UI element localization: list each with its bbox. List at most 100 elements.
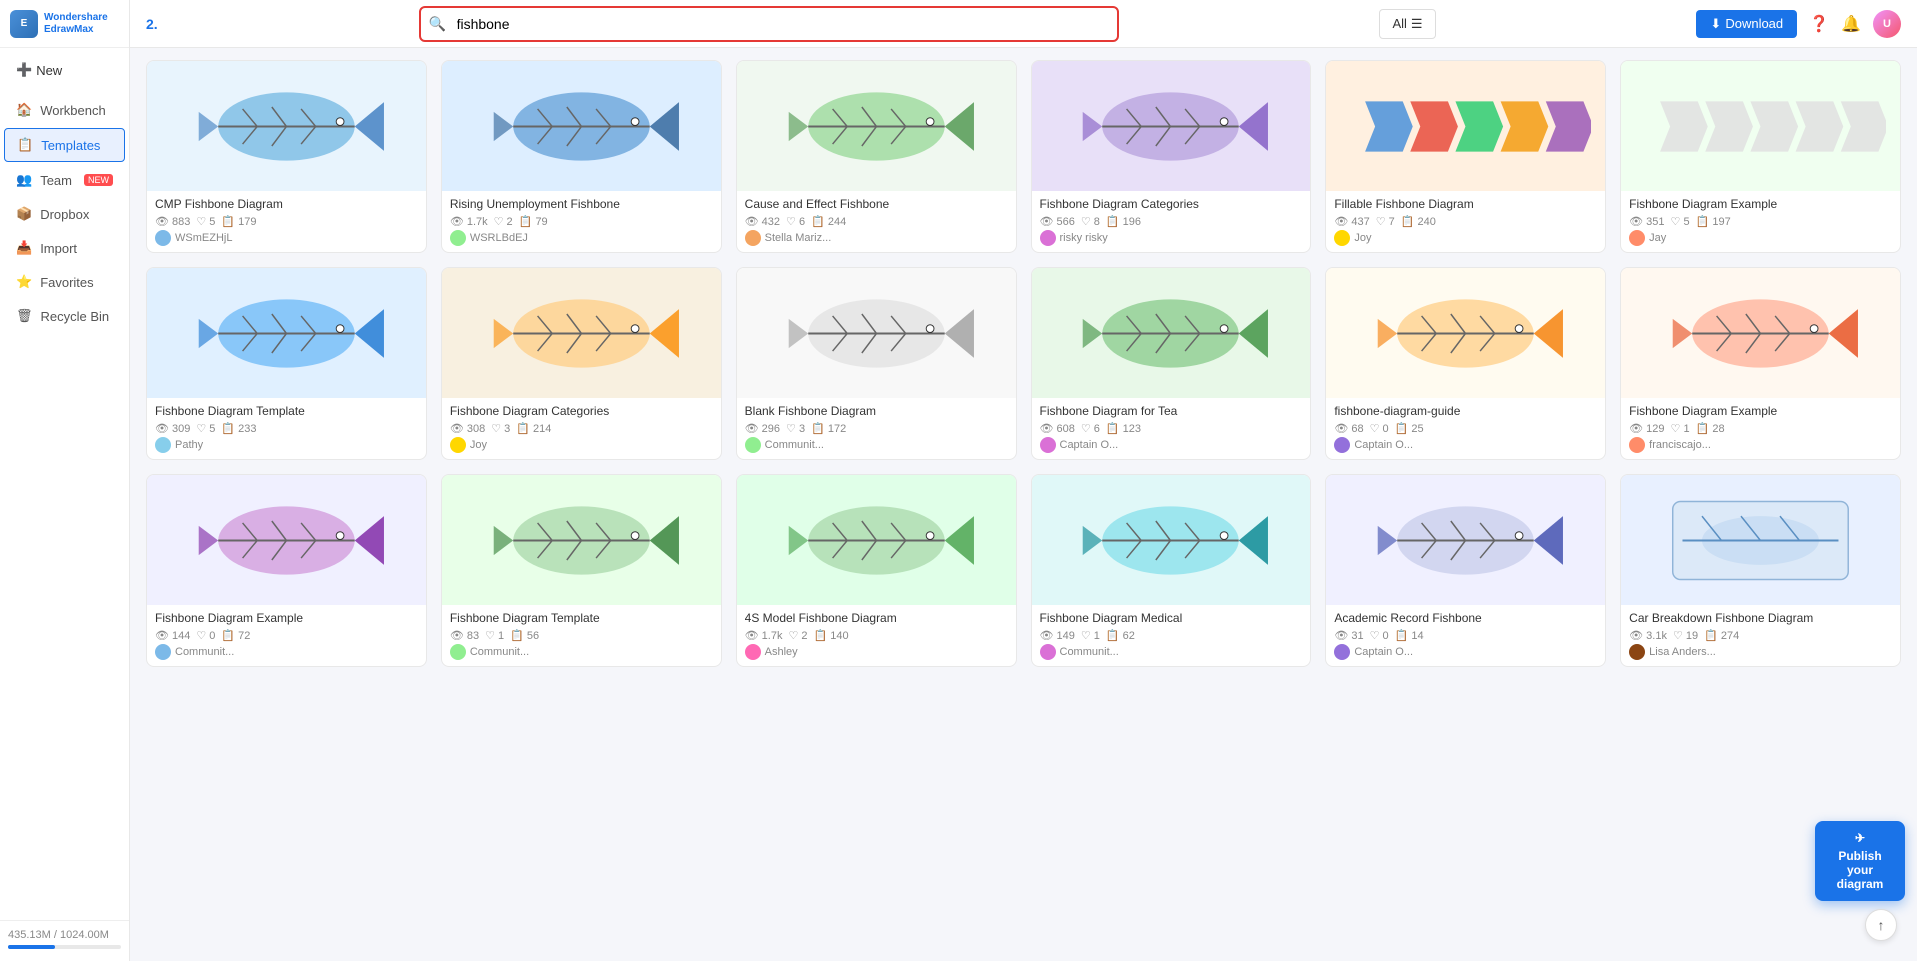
- filter-button[interactable]: All ☰: [1379, 9, 1435, 39]
- badge-team: NEW: [84, 174, 113, 186]
- template-card-fishbone-example2[interactable]: Fishbone Diagram Example 👁 129 ♡ 1 📋 28 …: [1620, 267, 1901, 460]
- views-count: 👁 608: [1040, 422, 1075, 435]
- template-card-rising-unemployment[interactable]: Rising Unemployment Fishbone 👁 1.7k ♡ 2 …: [441, 60, 722, 253]
- sidebar-icon-favorites: ⭐: [16, 274, 32, 290]
- card-meta: 👁 432 ♡ 6 📋 244: [745, 215, 1008, 228]
- scroll-top-button[interactable]: ↑: [1865, 909, 1897, 941]
- filter-label: All: [1392, 16, 1406, 31]
- card-info: Fishbone Diagram Categories 👁 566 ♡ 8 📋 …: [1032, 191, 1311, 252]
- card-info: Cause and Effect Fishbone 👁 432 ♡ 6 📋 24…: [737, 191, 1016, 252]
- card-meta: 👁 129 ♡ 1 📋 28: [1629, 422, 1892, 435]
- card-thumbnail: [737, 268, 1016, 398]
- download-button[interactable]: ⬇ Download: [1696, 10, 1797, 38]
- download-icon: ⬇: [1710, 16, 1721, 32]
- copies-count: 📋 140: [814, 629, 849, 642]
- likes-count: ♡ 1: [1081, 629, 1100, 642]
- template-card-blank-fishbone[interactable]: Blank Fishbone Diagram 👁 296 ♡ 3 📋 172 C…: [736, 267, 1017, 460]
- card-author: Joy: [450, 437, 713, 453]
- template-card-fishbone-tpl2[interactable]: Fishbone Diagram Template 👁 83 ♡ 1 📋 56 …: [441, 474, 722, 667]
- sidebar-label-dropbox: Dropbox: [40, 207, 89, 222]
- likes-count: ♡ 0: [196, 629, 215, 642]
- card-info: Fillable Fishbone Diagram 👁 437 ♡ 7 📋 24…: [1326, 191, 1605, 252]
- template-card-4s-model[interactable]: 4S Model Fishbone Diagram 👁 1.7k ♡ 2 📋 1…: [736, 474, 1017, 667]
- author-name: Pathy: [175, 439, 203, 451]
- card-author: Communit...: [1040, 644, 1303, 660]
- publish-label: Publish your diagram: [1827, 849, 1893, 891]
- author-avatar: [1040, 230, 1056, 246]
- card-meta: 👁 1.7k ♡ 2 📋 79: [450, 215, 713, 228]
- help-button[interactable]: ❓: [1809, 14, 1829, 34]
- card-title: Fishbone Diagram Template: [155, 404, 418, 418]
- sidebar: E Wondershare EdrawMax ➕ New 🏠 Workbench…: [0, 0, 130, 961]
- card-author: Pathy: [155, 437, 418, 453]
- author-avatar: [1334, 230, 1350, 246]
- template-card-fishbone-tpl[interactable]: Fishbone Diagram Template 👁 309 ♡ 5 📋 23…: [146, 267, 427, 460]
- views-count: 👁 883: [155, 215, 190, 228]
- author-avatar: [745, 644, 761, 660]
- sidebar-item-import[interactable]: 📥 Import: [4, 232, 125, 264]
- storage-text: 435.13M / 1024.00M: [8, 929, 121, 941]
- download-label: Download: [1725, 16, 1783, 31]
- template-card-fishbone-guide[interactable]: fishbone-diagram-guide 👁 68 ♡ 0 📋 25 Cap…: [1325, 267, 1606, 460]
- author-name: risky risky: [1060, 232, 1108, 244]
- likes-count: ♡ 5: [196, 215, 215, 228]
- sidebar-item-workbench[interactable]: 🏠 Workbench: [4, 94, 125, 126]
- template-card-fillable-fishbone[interactable]: Fillable Fishbone Diagram 👁 437 ♡ 7 📋 24…: [1325, 60, 1606, 253]
- likes-count: ♡ 8: [1081, 215, 1100, 228]
- author-name: Captain O...: [1060, 439, 1119, 451]
- notifications-button[interactable]: 🔔: [1841, 14, 1861, 34]
- author-name: Joy: [1354, 232, 1371, 244]
- copies-count: 📋 240: [1401, 215, 1436, 228]
- search-input[interactable]: [419, 6, 1119, 42]
- author-avatar: [1040, 437, 1056, 453]
- sidebar-item-templates[interactable]: 📋 Templates: [4, 128, 125, 162]
- author-avatar: [155, 437, 171, 453]
- views-count: 👁 1.7k: [450, 215, 488, 228]
- card-thumbnail: [147, 475, 426, 605]
- card-title: Blank Fishbone Diagram: [745, 404, 1008, 418]
- likes-count: ♡ 2: [494, 215, 513, 228]
- author-avatar: [745, 437, 761, 453]
- card-info: Rising Unemployment Fishbone 👁 1.7k ♡ 2 …: [442, 191, 721, 252]
- card-meta: 👁 309 ♡ 5 📋 233: [155, 422, 418, 435]
- storage-bar-fill: [8, 945, 55, 949]
- template-card-fishbone-example3[interactable]: Fishbone Diagram Example 👁 144 ♡ 0 📋 72 …: [146, 474, 427, 667]
- author-avatar: [745, 230, 761, 246]
- likes-count: ♡ 2: [788, 629, 807, 642]
- logo-text: Wondershare EdrawMax: [44, 12, 108, 36]
- card-meta: 👁 296 ♡ 3 📋 172: [745, 422, 1008, 435]
- card-title: Academic Record Fishbone: [1334, 611, 1597, 625]
- sidebar-item-team[interactable]: 👥 Team NEW: [4, 164, 125, 196]
- template-card-covid-cause[interactable]: Cause and Effect Fishbone 👁 432 ♡ 6 📋 24…: [736, 60, 1017, 253]
- card-title: Fishbone Diagram for Tea: [1040, 404, 1303, 418]
- template-card-fishbone-example1[interactable]: Fishbone Diagram Example 👁 351 ♡ 5 📋 197…: [1620, 60, 1901, 253]
- sidebar-item-dropbox[interactable]: 📦 Dropbox: [4, 198, 125, 230]
- likes-count: ♡ 7: [1376, 215, 1395, 228]
- card-info: fishbone-diagram-guide 👁 68 ♡ 0 📋 25 Cap…: [1326, 398, 1605, 459]
- card-title: Rising Unemployment Fishbone: [450, 197, 713, 211]
- plus-icon: ➕: [16, 62, 32, 78]
- template-card-fishbone-tea[interactable]: Fishbone Diagram for Tea 👁 608 ♡ 6 📋 123…: [1031, 267, 1312, 460]
- card-thumbnail: [1032, 268, 1311, 398]
- template-card-academic-fishbone[interactable]: Academic Record Fishbone 👁 31 ♡ 0 📋 14 C…: [1325, 474, 1606, 667]
- sidebar-item-recycle[interactable]: 🗑 Recycle Bin: [4, 300, 125, 332]
- template-card-fishbone-cat2[interactable]: Fishbone Diagram Categories 👁 308 ♡ 3 📋 …: [441, 267, 722, 460]
- template-card-car-breakdown[interactable]: Car Breakdown Fishbone Diagram 👁 3.1k ♡ …: [1620, 474, 1901, 667]
- copies-count: 📋 172: [811, 422, 846, 435]
- template-card-cmp-fishbone[interactable]: CMP Fishbone Diagram 👁 883 ♡ 5 📋 179 WSm…: [146, 60, 427, 253]
- card-author: risky risky: [1040, 230, 1303, 246]
- likes-count: ♡ 5: [1671, 215, 1690, 228]
- new-button[interactable]: ➕ New: [8, 56, 121, 84]
- sidebar-item-favorites[interactable]: ⭐ Favorites: [4, 266, 125, 298]
- template-card-fishbone-cat[interactable]: Fishbone Diagram Categories 👁 566 ♡ 8 📋 …: [1031, 60, 1312, 253]
- avatar[interactable]: U: [1873, 10, 1901, 38]
- card-info: Car Breakdown Fishbone Diagram 👁 3.1k ♡ …: [1621, 605, 1900, 666]
- template-card-fishbone-medical[interactable]: Fishbone Diagram Medical 👁 149 ♡ 1 📋 62 …: [1031, 474, 1312, 667]
- views-count: 👁 296: [745, 422, 780, 435]
- author-avatar: [1334, 644, 1350, 660]
- card-title: Fishbone Diagram Example: [1629, 197, 1892, 211]
- publish-fab[interactable]: ✈ Publish your diagram: [1815, 821, 1905, 901]
- views-count: 👁 68: [1334, 422, 1363, 435]
- card-thumbnail: [1032, 61, 1311, 191]
- card-author: Communit...: [450, 644, 713, 660]
